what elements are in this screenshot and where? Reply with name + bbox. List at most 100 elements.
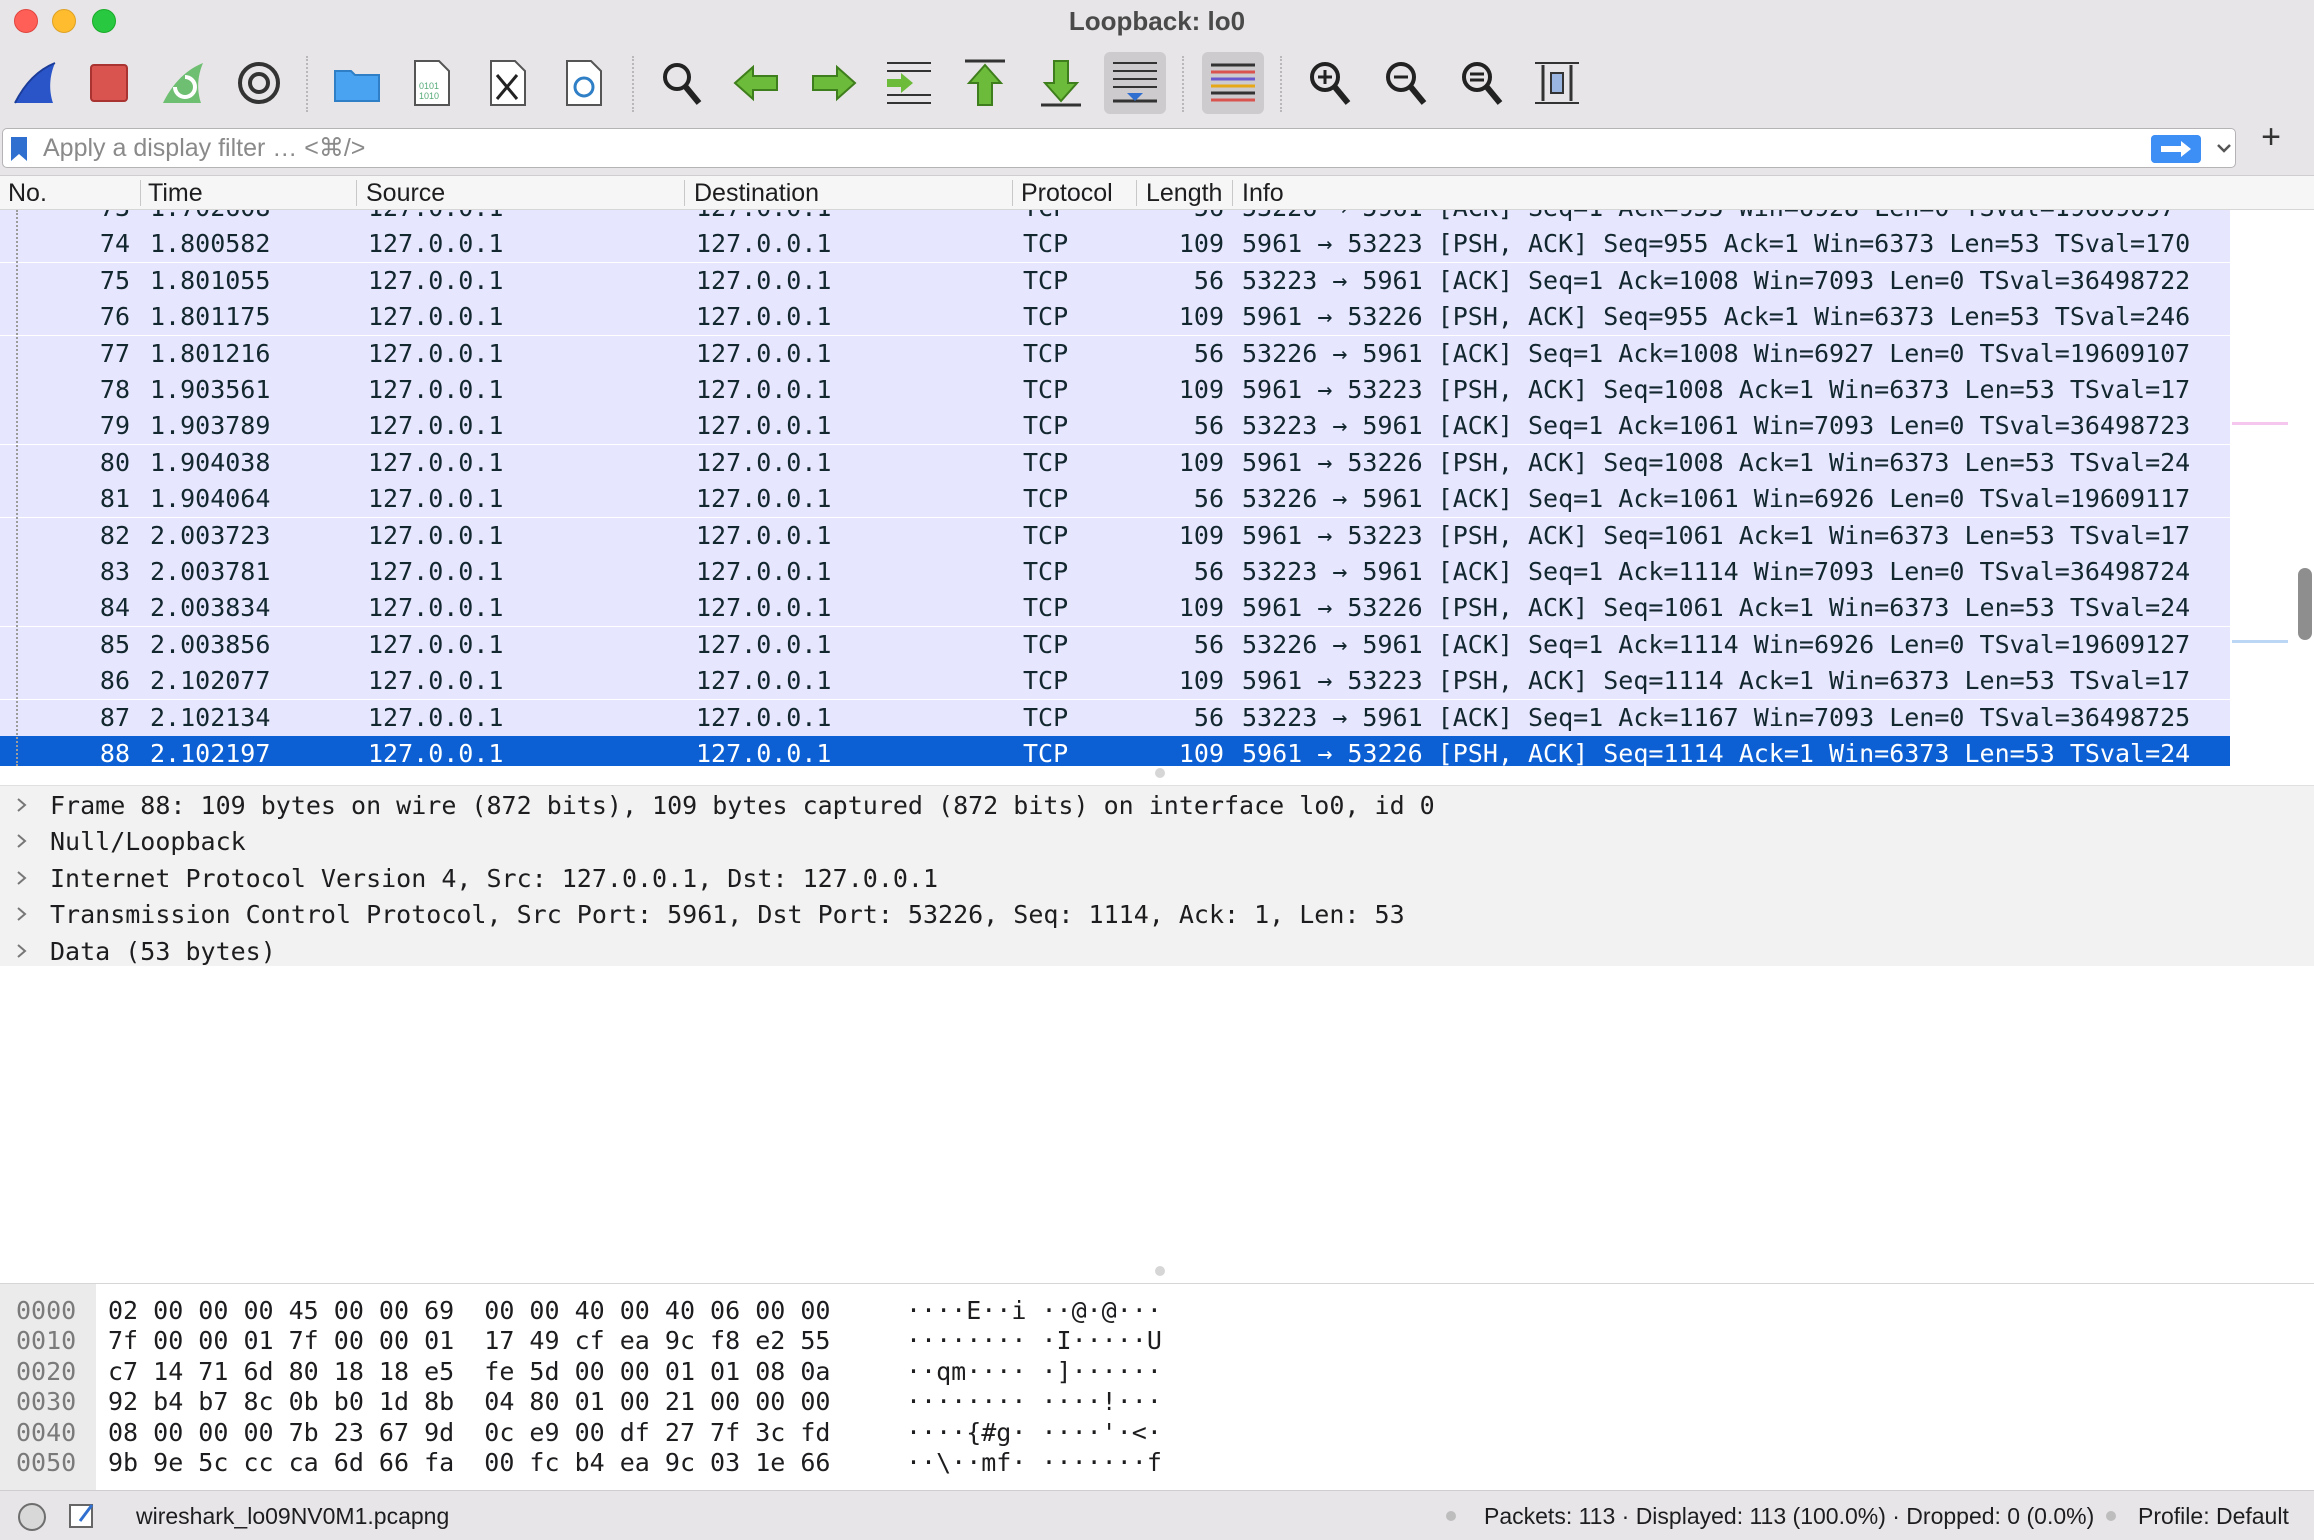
packet-row[interactable]: 84 2.003834 127.0.0.1 127.0.0.1 TCP 109 5961 →… (0, 590, 2230, 627)
hex-offset: 0050 (16, 1448, 77, 1477)
apply-filter-arrow-icon[interactable] (2151, 135, 2201, 163)
chevron-right-icon[interactable] (14, 867, 30, 889)
ascii-bytes[interactable]: ··\··mf· ·······f (906, 1448, 1162, 1477)
packet-cell-dst: 127.0.0.1 (696, 411, 832, 441)
hex-bytes[interactable]: 08 00 00 00 7b 23 67 9d 0c e9 00 df 27 7… (108, 1418, 830, 1447)
packet-row[interactable]: 82 2.003723 127.0.0.1 127.0.0.1 TCP 109 5961 →… (0, 517, 2230, 554)
hex-bytes[interactable]: 9b 9e 5c cc ca 6d 66 fa 00 fc b4 ea 9c 0… (108, 1448, 830, 1477)
pane-splitter[interactable] (0, 766, 2314, 786)
detail-tree-item[interactable]: Frame 88: 109 bytes on wire (872 bits), … (0, 788, 2314, 824)
detail-tree-item[interactable]: Null/Loopback (0, 824, 2314, 860)
pane-splitter[interactable] (0, 1264, 2314, 1284)
resize-columns-button[interactable] (1526, 52, 1588, 114)
column-header-no[interactable]: No. (8, 179, 138, 208)
packet-row[interactable]: 74 1.800582 127.0.0.1 127.0.0.1 TCP 109 5961 →… (0, 226, 2230, 263)
column-header-info[interactable]: Info (1242, 179, 2142, 208)
detail-tree-label: Frame 88: 109 bytes on wire (872 bits), … (50, 791, 1435, 820)
packet-row[interactable]: 81 1.904064 127.0.0.1 127.0.0.1 TCP 56 53226 →… (0, 481, 2230, 518)
save-file-button[interactable]: 0101 1010 (400, 52, 462, 114)
packet-cell-src: 127.0.0.1 (368, 229, 504, 259)
capture-comment-icon[interactable] (66, 1499, 98, 1531)
packet-cell-time: 1.904064 (150, 484, 271, 514)
go-back-button[interactable] (726, 52, 788, 114)
packet-cell-src: 127.0.0.1 (368, 593, 504, 623)
column-header-protocol[interactable]: Protocol (1021, 179, 1131, 208)
chevron-right-icon[interactable] (14, 903, 30, 925)
zoom-out-button[interactable] (1374, 52, 1436, 114)
expert-info-status-icon[interactable] (18, 1503, 46, 1531)
detail-tree-item[interactable]: Transmission Control Protocol, Src Port:… (0, 897, 2314, 933)
packet-cell-dst: 127.0.0.1 (696, 210, 1006, 222)
packet-row[interactable]: 85 2.003856 127.0.0.1 127.0.0.1 TCP 56 53226 →… (0, 626, 2230, 663)
column-header-source[interactable]: Source (366, 179, 676, 208)
go-forward-button[interactable] (802, 52, 864, 114)
reload-file-button[interactable] (552, 52, 614, 114)
ascii-bytes[interactable]: ········ ·I·····U (906, 1326, 1162, 1355)
filter-dropdown-chevron-icon[interactable] (2213, 137, 2235, 159)
packet-cell-time: 1.800582 (150, 229, 271, 259)
find-packet-button[interactable] (650, 52, 712, 114)
ascii-bytes[interactable]: ········ ····!··· (906, 1387, 1162, 1416)
packet-row[interactable]: 86 2.102077 127.0.0.1 127.0.0.1 TCP 109 5961 →… (0, 663, 2230, 700)
packet-cell-src: 127.0.0.1 (368, 702, 504, 732)
start-capture-button[interactable] (4, 52, 66, 114)
packet-row[interactable]: 73 1.702608 127.0.0.1 127.0.0.1 TCP 56 53226 →… (0, 210, 2230, 226)
column-header-length[interactable]: Length (1146, 179, 1229, 208)
packet-row[interactable]: 83 2.003781 127.0.0.1 127.0.0.1 TCP 56 53223 →… (0, 554, 2230, 590)
ascii-bytes[interactable]: ····{#g· ····'·<· (906, 1418, 1162, 1447)
add-filter-button-plus-icon[interactable]: + (2256, 120, 2286, 154)
packet-cell-no: 86 (99, 666, 130, 696)
autoscroll-button[interactable] (1104, 52, 1166, 114)
close-file-button[interactable] (476, 52, 538, 114)
chevron-right-icon[interactable] (14, 940, 30, 962)
packet-row[interactable]: 77 1.801216 127.0.0.1 127.0.0.1 TCP 56 53226 →… (0, 335, 2230, 372)
zoom-normal-button[interactable] (1450, 52, 1512, 114)
window-title: Loopback: lo0 (1068, 6, 1246, 36)
column-header-time[interactable]: Time (148, 179, 348, 208)
packet-row[interactable]: 87 2.102134 127.0.0.1 127.0.0.1 TCP 56 53223 →… (0, 699, 2230, 736)
bookmark-icon[interactable] (9, 135, 29, 163)
packet-cell-info: 5961 → 53226 [PSH, ACK] Seq=1061 Ack=1 W… (1242, 593, 2191, 623)
packet-cell-proto: TCP (1023, 210, 1133, 222)
title-bar: Loopback: lo0 (0, 0, 2314, 42)
detail-tree-item[interactable]: Internet Protocol Version 4, Src: 127.0.… (0, 861, 2314, 897)
packet-cell-no: 78 (99, 375, 130, 404)
save-file-icon: 01011010 (414, 60, 450, 106)
packet-row[interactable]: 75 1.801055 127.0.0.1 127.0.0.1 TCP 56 53223 →… (0, 262, 2230, 299)
ascii-bytes[interactable]: ····E··i ··@·@··· (906, 1296, 1162, 1325)
display-filter-input[interactable] (43, 131, 2123, 165)
hex-bytes[interactable]: 02 00 00 00 45 00 00 69 00 00 40 00 40 0… (108, 1296, 830, 1325)
chevron-right-icon[interactable] (14, 794, 30, 816)
ascii-bytes[interactable]: ··qm···· ·]······ (906, 1357, 1162, 1386)
colorize-button[interactable] (1202, 52, 1264, 114)
packet-list-header: No. Time Source Destination Protocol Len… (0, 176, 2314, 210)
hex-bytes[interactable]: 92 b4 b7 8c 0b b0 1d 8b 04 80 01 00 21 0… (108, 1387, 830, 1416)
packet-row[interactable]: 88 2.102197 127.0.0.1 127.0.0.1 TCP 109 5961 →… (0, 736, 2230, 766)
open-file-button[interactable] (326, 52, 388, 114)
zoom-in-button[interactable] (1298, 52, 1360, 114)
packet-row[interactable]: 76 1.801175 127.0.0.1 127.0.0.1 TCP 109 5961 →… (0, 299, 2230, 336)
detail-tree-item[interactable]: Data (53 bytes) (0, 934, 2314, 970)
packet-cell-proto: TCP (1023, 739, 1069, 766)
packet-row[interactable]: 80 1.904038 127.0.0.1 127.0.0.1 TCP 109 5961 →… (0, 444, 2230, 481)
packet-minimap[interactable] (2232, 210, 2296, 766)
capture-options-icon (238, 62, 280, 104)
go-first-packet-button[interactable] (954, 52, 1016, 114)
packet-row[interactable]: 78 1.903561 127.0.0.1 127.0.0.1 TCP 109 5961 →… (0, 372, 2230, 408)
packet-cell-dst: 127.0.0.1 (696, 666, 832, 696)
packet-cell-len: 109 (1178, 739, 1224, 766)
chevron-right-icon[interactable] (14, 830, 30, 852)
start-capture-icon (14, 62, 56, 104)
packet-row[interactable]: 79 1.903789 127.0.0.1 127.0.0.1 TCP 56 53223 →… (0, 408, 2230, 445)
stop-capture-button[interactable] (78, 52, 140, 114)
packet-list-scrollbar[interactable] (2298, 568, 2312, 640)
packet-cell-dst: 127.0.0.1 (696, 520, 832, 550)
hex-bytes[interactable]: c7 14 71 6d 80 18 18 e5 fe 5d 00 00 01 0… (108, 1357, 830, 1386)
capture-options-button[interactable] (228, 52, 290, 114)
go-last-packet-button[interactable] (1030, 52, 1092, 114)
go-to-packet-button[interactable] (878, 52, 940, 114)
restart-capture-button[interactable] (152, 52, 214, 114)
column-header-destination[interactable]: Destination (694, 179, 1004, 208)
hex-bytes[interactable]: 7f 00 00 01 7f 00 00 01 17 49 cf ea 9c f… (108, 1326, 830, 1355)
profile-status[interactable]: Profile: Default (2138, 1503, 2289, 1530)
